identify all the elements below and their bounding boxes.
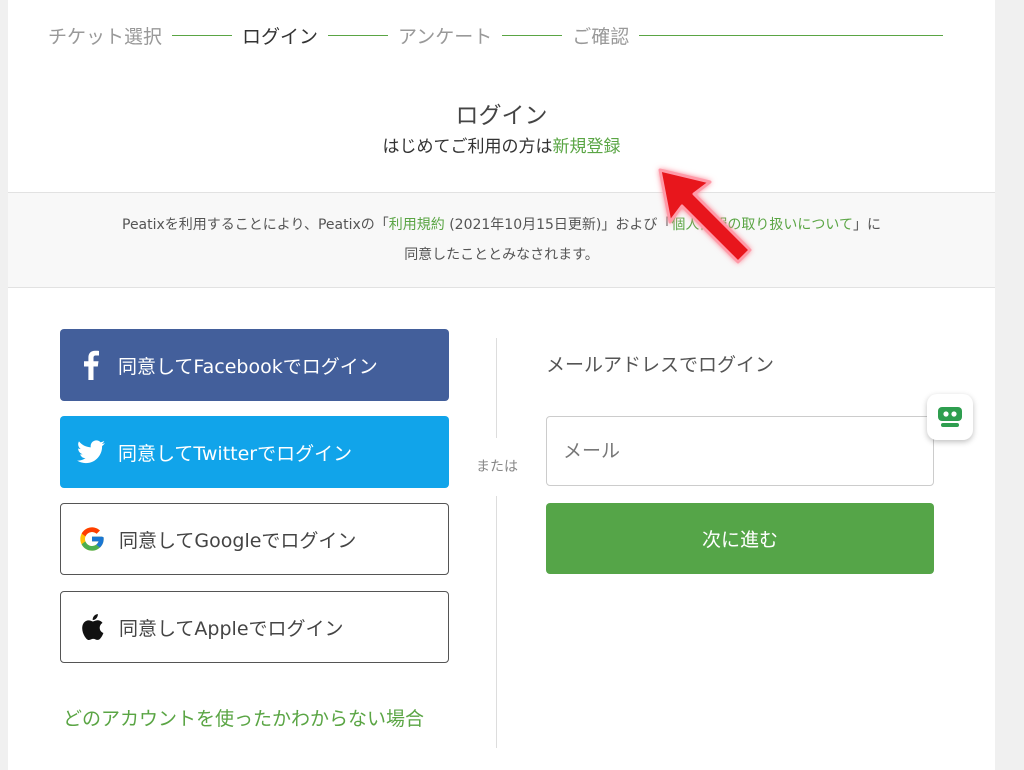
step-survey: アンケート	[398, 25, 493, 48]
email-input[interactable]	[546, 416, 934, 486]
terms-of-service-link[interactable]: 利用規約	[389, 217, 445, 233]
twitter-login-button[interactable]: 同意してTwitterでログイン	[60, 416, 449, 488]
login-page: チケット選択 ログイン アンケート ご確認 ログイン はじめてご利用の方は新規登…	[8, 0, 995, 770]
terms-text: 」に	[853, 217, 881, 233]
terms-text: Peatixを利用することにより、Peatixの「	[122, 217, 389, 233]
facebook-icon	[76, 350, 106, 380]
facebook-login-button[interactable]: 同意してFacebookでログイン	[60, 329, 449, 401]
step-ticket-selection: チケット選択	[48, 25, 163, 48]
progress-steps: チケット選択 ログイン アンケート ご確認	[48, 20, 953, 50]
apple-login-label: 同意してAppleでログイン	[119, 617, 344, 640]
register-prompt-text: はじめてご利用の方は	[382, 137, 553, 157]
password-manager-extension-icon[interactable]	[927, 394, 973, 440]
terms-text: (2021年10月15日更新)」および「	[444, 217, 672, 233]
terms-notice: Peatixを利用することにより、Peatixの「利用規約 (2021年10月1…	[8, 192, 995, 288]
email-login-title: メールアドレスでログイン	[546, 354, 775, 376]
google-login-button[interactable]: 同意してGoogleでログイン	[60, 503, 449, 575]
google-icon	[77, 524, 107, 554]
step-confirm: ご確認	[572, 25, 630, 48]
next-button[interactable]: 次に進む	[546, 503, 934, 574]
twitter-icon	[76, 437, 106, 467]
forgot-account-link[interactable]: どのアカウントを使ったかわからない場合	[63, 704, 424, 731]
step-connector	[328, 34, 389, 36]
step-connector	[639, 34, 943, 36]
or-divider-text: または	[476, 459, 518, 475]
privacy-policy-link[interactable]: 個人情報の取り扱いについて	[671, 217, 853, 233]
twitter-login-label: 同意してTwitterでログイン	[118, 442, 353, 465]
step-connector	[502, 34, 563, 36]
step-login: ログイン	[242, 25, 319, 48]
google-login-label: 同意してGoogleでログイン	[119, 529, 357, 552]
facebook-login-label: 同意してFacebookでログイン	[118, 355, 378, 378]
vertical-divider	[496, 338, 497, 438]
apple-icon	[77, 612, 107, 642]
apple-login-button[interactable]: 同意してAppleでログイン	[60, 591, 449, 663]
terms-line-1: Peatixを利用することにより、Peatixの「利用規約 (2021年10月1…	[8, 210, 995, 240]
vertical-divider	[496, 496, 497, 748]
register-link[interactable]: 新規登録	[553, 137, 621, 157]
page-title: ログイン	[455, 103, 548, 129]
step-connector	[172, 34, 233, 36]
register-prompt: はじめてご利用の方は新規登録	[8, 132, 995, 157]
terms-line-2: 同意したこととみなされます。	[404, 247, 599, 263]
